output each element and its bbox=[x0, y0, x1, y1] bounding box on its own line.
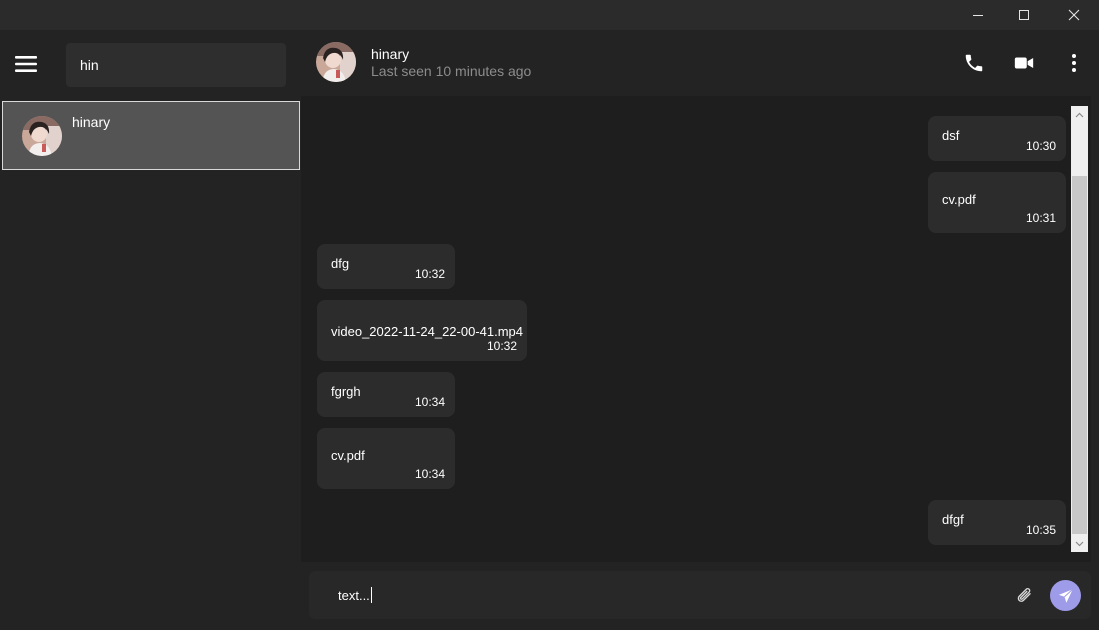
message-time: 10:31 bbox=[1025, 211, 1056, 225]
message-bubble[interactable]: video_2022-11-24_22-00-41.mp4 10:32 bbox=[317, 300, 527, 361]
paperclip-icon bbox=[1017, 588, 1031, 602]
more-vertical-icon bbox=[1072, 54, 1076, 72]
send-icon bbox=[1058, 588, 1073, 603]
message-bubble[interactable]: dfg 10:32 bbox=[317, 244, 455, 289]
window-titlebar bbox=[0, 0, 1099, 30]
more-options-button[interactable] bbox=[1061, 50, 1087, 76]
messages-scrollbar[interactable] bbox=[1071, 106, 1088, 552]
chevron-up-icon bbox=[1075, 112, 1084, 117]
video-camera-icon bbox=[1014, 57, 1034, 69]
last-seen-status: Last seen 10 minutes ago bbox=[371, 63, 532, 79]
minimize-icon bbox=[973, 15, 983, 16]
message-time: 10:32 bbox=[486, 339, 517, 353]
contact-item-hinary[interactable]: hinary bbox=[2, 101, 300, 170]
phone-icon bbox=[965, 54, 983, 72]
message-bubble[interactable]: cv.pdf 10:31 bbox=[928, 172, 1066, 233]
message-bubble[interactable]: dfgf 10:35 bbox=[928, 500, 1066, 545]
close-button[interactable] bbox=[1051, 0, 1097, 30]
search-input[interactable] bbox=[66, 43, 286, 87]
text-caret bbox=[370, 587, 372, 603]
message-time: 10:35 bbox=[1025, 523, 1056, 537]
attach-button[interactable] bbox=[1012, 583, 1038, 609]
scrollbar-thumb[interactable] bbox=[1072, 176, 1087, 534]
chat-contact-name: hinary bbox=[371, 46, 410, 62]
contact-name: hinary bbox=[72, 114, 111, 130]
close-icon bbox=[1068, 9, 1080, 21]
message-text: fgrgh bbox=[331, 384, 361, 399]
chevron-down-icon bbox=[1075, 541, 1084, 546]
message-bubble[interactable]: dsf 10:30 bbox=[928, 116, 1066, 161]
message-text: dfg bbox=[331, 256, 350, 271]
menu-button[interactable] bbox=[12, 52, 40, 76]
message-time: 10:34 bbox=[414, 467, 445, 481]
video-call-button[interactable] bbox=[1011, 50, 1037, 76]
messages-panel: dsf 10:30 cv.pdf 10:31 dfg 10:32 video_2… bbox=[301, 96, 1091, 562]
sidebar: hinary bbox=[0, 30, 301, 630]
message-text: dfgf bbox=[942, 512, 964, 527]
scroll-down-button[interactable] bbox=[1071, 535, 1088, 552]
message-text: cv.pdf bbox=[331, 448, 365, 463]
message-text: cv.pdf bbox=[942, 192, 976, 207]
message-input-text: text... bbox=[338, 588, 370, 603]
message-composer[interactable]: text... bbox=[309, 571, 1091, 619]
send-button[interactable] bbox=[1050, 580, 1081, 611]
chat-avatar[interactable] bbox=[316, 42, 356, 82]
message-bubble[interactable]: cv.pdf 10:34 bbox=[317, 428, 455, 489]
maximize-button[interactable] bbox=[1001, 0, 1047, 30]
hamburger-menu-icon bbox=[15, 56, 37, 72]
message-text: dsf bbox=[942, 128, 960, 143]
scroll-up-button[interactable] bbox=[1071, 106, 1088, 123]
message-time: 10:30 bbox=[1025, 139, 1056, 153]
minimize-button[interactable] bbox=[955, 0, 1001, 30]
message-input[interactable]: text... bbox=[338, 587, 372, 603]
message-time: 10:34 bbox=[414, 395, 445, 409]
chat-header: hinary Last seen 10 minutes ago bbox=[301, 30, 1099, 96]
call-button[interactable] bbox=[961, 50, 987, 76]
message-text: video_2022-11-24_22-00-41.mp4 bbox=[331, 324, 524, 339]
message-time: 10:32 bbox=[414, 267, 445, 281]
maximize-icon bbox=[1019, 10, 1029, 20]
message-bubble[interactable]: fgrgh 10:34 bbox=[317, 372, 455, 417]
avatar bbox=[22, 116, 62, 156]
